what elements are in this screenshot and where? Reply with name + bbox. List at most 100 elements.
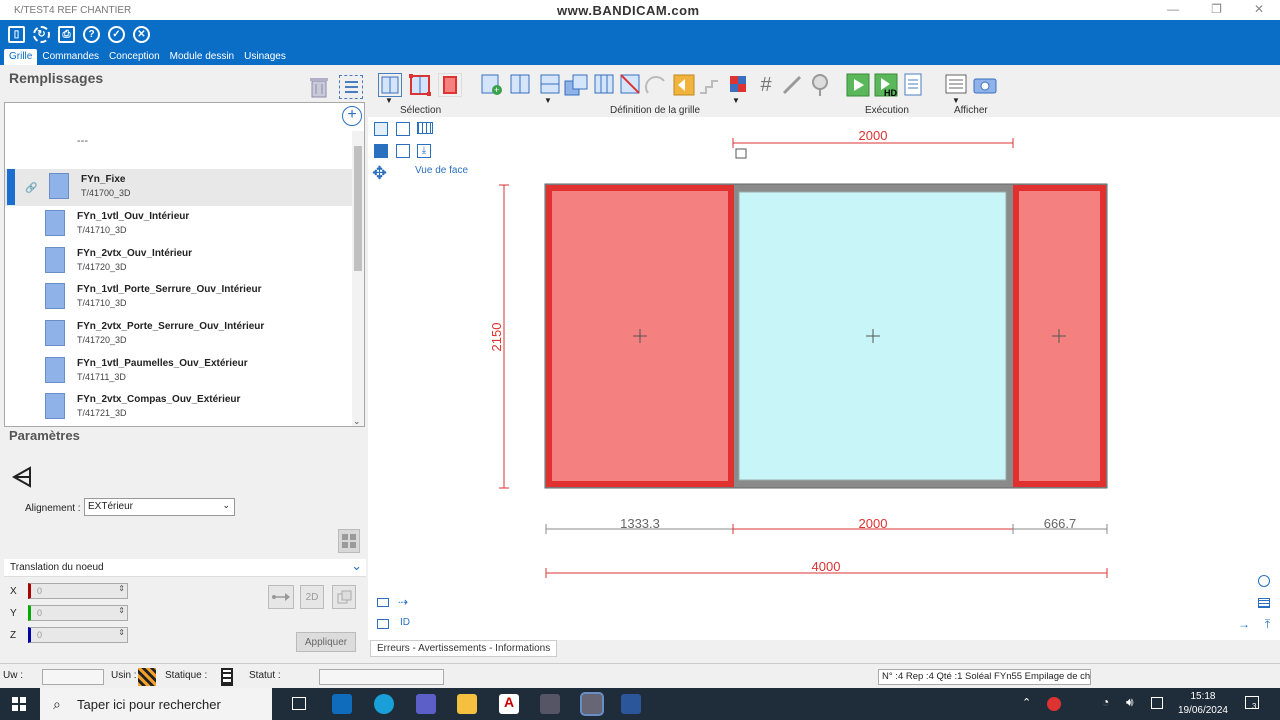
refresh-icon[interactable]: ↻ bbox=[33, 26, 50, 43]
run-icon[interactable] bbox=[846, 73, 870, 97]
color-fill-icon[interactable] bbox=[726, 73, 750, 97]
volume-icon[interactable]: 🔊︎ bbox=[1126, 695, 1134, 710]
chevron-down-icon[interactable]: ▼ bbox=[385, 96, 393, 105]
spinner-icon[interactable]: ⇕ bbox=[118, 606, 125, 615]
magnifier-icon[interactable] bbox=[808, 73, 832, 97]
cad-app-active-icon[interactable] bbox=[580, 692, 604, 716]
trash-icon[interactable] bbox=[309, 76, 329, 98]
move-left-icon[interactable] bbox=[672, 73, 696, 97]
cancel-icon[interactable]: ✕ bbox=[133, 26, 150, 43]
split-vertical-icon[interactable] bbox=[508, 73, 532, 97]
info-field: N° :4 Rep :4 Qté :1 Soléal FYn55 Empilag… bbox=[878, 669, 1091, 685]
chevron-down-icon[interactable]: ⌄ bbox=[353, 416, 361, 427]
scrollbar-thumb[interactable] bbox=[354, 146, 362, 271]
stairs-icon[interactable] bbox=[698, 73, 722, 97]
translation-bar[interactable]: Translation du noeud ⌄ bbox=[4, 558, 366, 577]
select-frame-icon[interactable] bbox=[408, 73, 432, 97]
select-fill-icon[interactable] bbox=[438, 73, 462, 97]
help-icon[interactable]: ? bbox=[83, 26, 100, 43]
table-icon[interactable] bbox=[1258, 598, 1270, 608]
x-field[interactable]: 0 ⇕ bbox=[28, 583, 128, 599]
task-view-icon[interactable] bbox=[292, 697, 306, 710]
report-icon[interactable] bbox=[902, 73, 926, 97]
alignement-select[interactable]: EXTérieur ⌄ bbox=[84, 498, 235, 516]
close-button[interactable]: ✕ bbox=[1254, 2, 1264, 16]
security-icon[interactable] bbox=[1047, 697, 1061, 711]
list-item[interactable]: FYn_2vtx_Porte_Serrure_Ouv_Intérieur T/4… bbox=[5, 316, 355, 353]
network-icon[interactable]: ◔ bbox=[1102, 695, 1109, 709]
remplissages-list[interactable]: + --- 🔗 FYn_Fixe T/41700_3D FYn_1vtl_Ouv… bbox=[4, 102, 365, 427]
y-field[interactable]: 0 ⇕ bbox=[28, 605, 128, 621]
spinner-icon[interactable]: ⇕ bbox=[118, 584, 125, 593]
taskbar-search[interactable]: ⌕ Taper ici pour rechercher bbox=[40, 688, 272, 720]
minimize-button[interactable]: — bbox=[1167, 2, 1179, 16]
upload-icon[interactable]: ⤒ bbox=[1265, 617, 1270, 632]
outlook-icon[interactable] bbox=[332, 694, 352, 714]
chevron-down-icon[interactable]: ▼ bbox=[952, 96, 960, 105]
split-horizontal-icon[interactable] bbox=[538, 73, 562, 97]
chevron-down-icon[interactable]: ▼ bbox=[544, 96, 552, 105]
list-item[interactable]: FYn_1vtl_Ouv_Intérieur T/41710_3D bbox=[5, 206, 355, 243]
drawing-canvas[interactable]: ⤓ ✥ Vue de face 2000 2150 1333.3 2000 66… bbox=[368, 117, 1280, 640]
units-icon[interactable] bbox=[377, 598, 389, 607]
print-icon[interactable]: ⎙ bbox=[58, 26, 75, 43]
window-drawing[interactable]: 2000 2150 1333.3 2000 666.7 4000 bbox=[368, 117, 1280, 640]
list-item[interactable]: FYn_2vtx_Ouv_Intérieur T/41720_3D bbox=[5, 243, 355, 280]
acrobat-icon[interactable]: A bbox=[499, 694, 519, 714]
cad-app-icon[interactable] bbox=[540, 694, 560, 714]
lock-icon[interactable] bbox=[735, 148, 747, 159]
photo-icon[interactable] bbox=[377, 619, 389, 629]
chevron-down-icon[interactable]: ▼ bbox=[732, 96, 740, 105]
id-toggle[interactable]: ID bbox=[400, 617, 410, 628]
list-item[interactable]: 🔗 FYn_Fixe T/41700_3D bbox=[5, 169, 355, 206]
arrow-right-icon[interactable]: → bbox=[1238, 617, 1250, 631]
tab-conception[interactable]: Conception bbox=[104, 49, 165, 65]
list-item[interactable]: FYn_2vtx_Compas_Ouv_Extérieur T/41721_3D bbox=[5, 389, 355, 426]
remplissages-title: Remplissages bbox=[9, 70, 104, 86]
overlap-icon[interactable] bbox=[564, 73, 588, 97]
list-item[interactable]: FYn_1vtl_Paumelles_Ouv_Extérieur T/41711… bbox=[5, 353, 355, 390]
z-field[interactable]: 0 ⇕ bbox=[28, 627, 128, 643]
list-item-empty[interactable]: --- bbox=[77, 135, 88, 147]
tab-messages[interactable]: Erreurs - Avertissements - Informations bbox=[370, 640, 558, 657]
edge-icon[interactable] bbox=[374, 694, 394, 714]
run-hd-icon[interactable]: HD bbox=[874, 73, 898, 98]
tab-commandes[interactable]: Commandes bbox=[37, 49, 104, 65]
explorer-icon[interactable] bbox=[457, 694, 477, 714]
ime-icon[interactable] bbox=[1151, 697, 1163, 709]
system-clock[interactable]: 15:18 19/06/2024 bbox=[1178, 690, 1228, 718]
list-scrollbar[interactable]: ⌄ bbox=[352, 131, 364, 426]
list-view-icon[interactable] bbox=[339, 75, 363, 99]
hash-grid-icon[interactable]: # bbox=[754, 73, 778, 97]
maximize-button[interactable]: ❐ bbox=[1211, 2, 1222, 16]
2d-button[interactable]: 2D bbox=[300, 585, 324, 609]
mullions-icon[interactable] bbox=[592, 73, 616, 97]
add-grid-icon[interactable]: + bbox=[480, 73, 504, 97]
display-list-icon[interactable] bbox=[944, 73, 968, 97]
arc-icon[interactable] bbox=[644, 73, 668, 97]
tray-up-icon[interactable]: ⌃ bbox=[1022, 696, 1031, 709]
copy-icon[interactable] bbox=[332, 585, 356, 609]
clock-icon[interactable] bbox=[1258, 575, 1270, 587]
translate-arrow-button[interactable] bbox=[268, 585, 294, 609]
door-icon[interactable]: ▯ bbox=[8, 26, 25, 43]
select-cell-icon[interactable] bbox=[378, 73, 402, 97]
grid-layout-button[interactable] bbox=[338, 529, 360, 553]
tab-module-dessin[interactable]: Module dessin bbox=[165, 49, 239, 65]
list-item[interactable]: FYn_1vtl_Porte_Serrure_Ouv_Intérieur T/4… bbox=[5, 279, 355, 316]
chevron-down-icon[interactable]: ⌄ bbox=[351, 558, 362, 574]
pencil-icon[interactable] bbox=[780, 73, 804, 97]
tab-grille[interactable]: Grille bbox=[4, 49, 38, 65]
appliquer-button[interactable]: Appliquer bbox=[296, 632, 356, 652]
validate-icon[interactable]: ✓ bbox=[108, 26, 125, 43]
spinner-icon[interactable]: ⇕ bbox=[118, 628, 125, 637]
notification-icon[interactable]: 3 bbox=[1245, 696, 1259, 711]
diagonal-icon[interactable] bbox=[618, 73, 642, 97]
tab-usinages[interactable]: Usinages bbox=[239, 49, 291, 65]
teams-icon[interactable] bbox=[416, 694, 436, 714]
word-icon[interactable] bbox=[621, 694, 641, 714]
windows-start-icon[interactable] bbox=[12, 697, 26, 711]
add-icon[interactable]: + bbox=[342, 106, 362, 126]
arrow-right-icon[interactable]: ⇢ bbox=[398, 595, 408, 609]
camera-icon[interactable] bbox=[972, 73, 997, 97]
